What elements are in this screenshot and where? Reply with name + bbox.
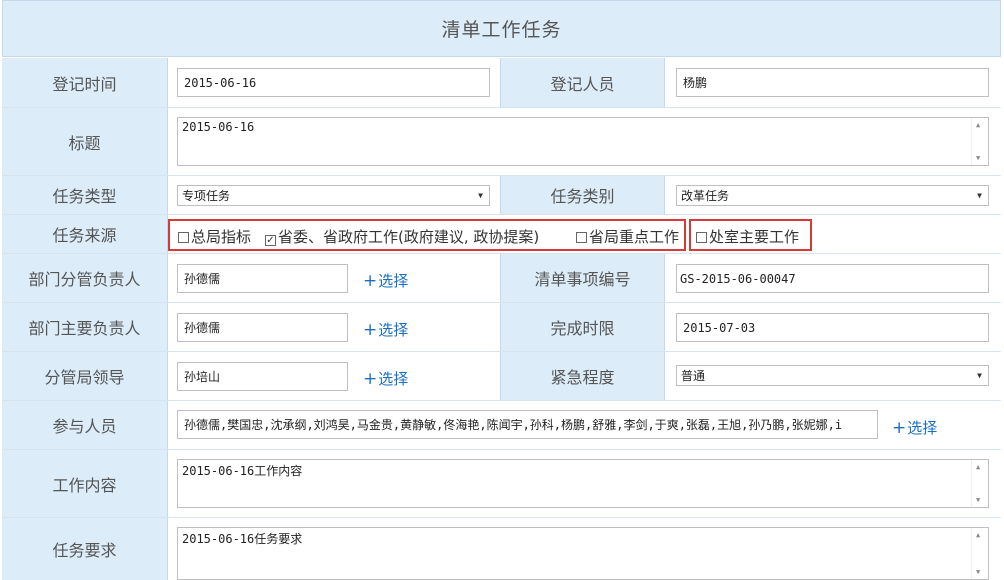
task-type-select[interactable]: 专项任务 ▼ (177, 185, 490, 206)
select-button-label: 选择 (907, 419, 938, 437)
bureau-leader-label: 分管局领导 (2, 352, 168, 400)
title-label: 标题 (2, 108, 168, 175)
list-item-no-label: 清单事项编号 (500, 254, 665, 302)
work-content-label: 工作内容 (2, 450, 168, 517)
row-register: 登记时间 2015-06-16 登记人员 杨鹏 (2, 58, 1001, 108)
bureau-leader-select-button[interactable]: + 选择 (363, 368, 408, 389)
urgency-select[interactable]: 普通 ▼ (676, 365, 989, 386)
select-button-label: 选择 (378, 321, 409, 339)
row-participants: 参与人员 孙德儒,樊国忠,沈承纲,刘鸿昊,马金贵,黄静敏,佟海艳,陈闻宇,孙科,… (2, 401, 1001, 450)
checkbox-unchecked-icon[interactable] (576, 232, 587, 243)
dept-deputy-select-button[interactable]: + 选择 (363, 270, 408, 291)
dropdown-arrow-icon: ▼ (977, 371, 982, 380)
checkbox-checked-icon[interactable]: ✓ (265, 235, 276, 246)
title-textarea-value: 2015-06-16 (182, 120, 255, 134)
deadline-label: 完成时限 (500, 303, 665, 351)
checkbox-unchecked-icon[interactable] (696, 232, 707, 243)
plus-icon: + (363, 368, 378, 389)
scroll-down-icon[interactable]: ▼ (976, 568, 980, 576)
work-content-value: 2015-06-16工作内容 (182, 464, 303, 478)
page-title: 清单工作任务 (2, 0, 1001, 57)
register-time-input[interactable]: 2015-06-16 (177, 68, 490, 97)
register-time-label: 登记时间 (2, 58, 168, 107)
task-type-label: 任务类型 (2, 176, 168, 214)
dept-deputy-input[interactable]: 孙德儒 (177, 264, 348, 293)
source-option-shengju[interactable]: 省局重点工作 (576, 226, 684, 247)
plus-icon: + (363, 319, 378, 340)
bureau-leader-input[interactable]: 孙培山 (177, 362, 348, 391)
task-category-label: 任务类别 (500, 176, 665, 214)
participants-input[interactable]: 孙德儒,樊国忠,沈承纲,刘鸿昊,马金贵,黄静敏,佟海艳,陈闻宇,孙科,杨鹏,舒雅… (177, 410, 878, 439)
dept-deputy-label: 部门分管负责人 (2, 254, 168, 302)
checkbox-unchecked-icon[interactable] (178, 232, 189, 243)
task-requirement-value: 2015-06-16任务要求 (182, 532, 303, 546)
task-source-label: 任务来源 (2, 215, 168, 253)
register-person-label: 登记人员 (500, 58, 665, 107)
list-item-no-input[interactable]: GS-2015-06-00047 (676, 264, 989, 293)
task-form: 清单工作任务 登记时间 2015-06-16 登记人员 杨鹏 标题 2015-0… (0, 0, 1004, 580)
plus-icon: + (892, 417, 907, 438)
dept-head-label: 部门主要负责人 (2, 303, 168, 351)
register-person-input[interactable]: 杨鹏 (676, 68, 989, 97)
task-category-select[interactable]: 改革任务 ▼ (676, 185, 989, 206)
title-scrollbar[interactable]: ▲ ▼ (971, 118, 988, 165)
scroll-up-icon[interactable]: ▲ (976, 463, 980, 471)
scroll-down-icon[interactable]: ▼ (976, 496, 980, 504)
scroll-down-icon[interactable]: ▼ (976, 154, 980, 162)
work-content-scrollbar[interactable]: ▲ ▼ (971, 460, 988, 507)
row-title: 标题 2015-06-16 ▲ ▼ (2, 108, 1001, 176)
row-task-requirement: 任务要求 2015-06-16任务要求 ▲ ▼ (2, 518, 1001, 580)
source-option-label: 省委、省政府工作(政府建议, 政协提案) (278, 228, 540, 246)
source-option-label: 处室主要工作 (709, 228, 800, 246)
participants-label: 参与人员 (2, 401, 168, 449)
participants-select-button[interactable]: + 选择 (892, 417, 937, 438)
source-option-zongju[interactable]: 总局指标 (178, 226, 251, 247)
source-option-shengwei[interactable]: ✓ 省委、省政府工作(政府建议, 政协提案) (265, 226, 539, 247)
work-content-textarea[interactable]: 2015-06-16工作内容 ▲ ▼ (177, 459, 989, 508)
task-requirement-scrollbar[interactable]: ▲ ▼ (971, 528, 988, 579)
row-bureau-leader: 分管局领导 孙培山 + 选择 紧急程度 普通 ▼ (2, 352, 1001, 401)
urgency-value: 普通 (681, 369, 706, 383)
select-button-label: 选择 (378, 272, 409, 290)
dropdown-arrow-icon: ▼ (478, 191, 483, 200)
urgency-label: 紧急程度 (500, 352, 665, 400)
scroll-up-icon[interactable]: ▲ (976, 531, 980, 539)
row-dept-head: 部门主要负责人 孙德儒 + 选择 完成时限 2015-07-03 (2, 303, 1001, 352)
dropdown-arrow-icon: ▼ (977, 191, 982, 200)
task-requirement-label: 任务要求 (2, 518, 168, 580)
source-option-label: 总局指标 (191, 228, 252, 246)
row-task-type: 任务类型 专项任务 ▼ 任务类别 改革任务 ▼ (2, 176, 1001, 215)
source-option-chushi[interactable]: 处室主要工作 (696, 226, 799, 247)
row-work-content: 工作内容 2015-06-16工作内容 ▲ ▼ (2, 450, 1001, 518)
task-type-value: 专项任务 (182, 189, 231, 203)
source-option-label: 省局重点工作 (589, 228, 680, 246)
row-dept-deputy: 部门分管负责人 孙德儒 + 选择 清单事项编号 GS-2015-06-00047 (2, 254, 1001, 303)
select-button-label: 选择 (378, 370, 409, 388)
title-textarea[interactable]: 2015-06-16 ▲ ▼ (177, 117, 989, 166)
task-category-value: 改革任务 (681, 189, 730, 203)
dept-head-select-button[interactable]: + 选择 (363, 319, 408, 340)
plus-icon: + (363, 270, 378, 291)
task-requirement-textarea[interactable]: 2015-06-16任务要求 ▲ ▼ (177, 527, 989, 580)
dept-head-input[interactable]: 孙德儒 (177, 313, 348, 342)
scroll-up-icon[interactable]: ▲ (976, 121, 980, 129)
deadline-input[interactable]: 2015-07-03 (676, 313, 989, 342)
